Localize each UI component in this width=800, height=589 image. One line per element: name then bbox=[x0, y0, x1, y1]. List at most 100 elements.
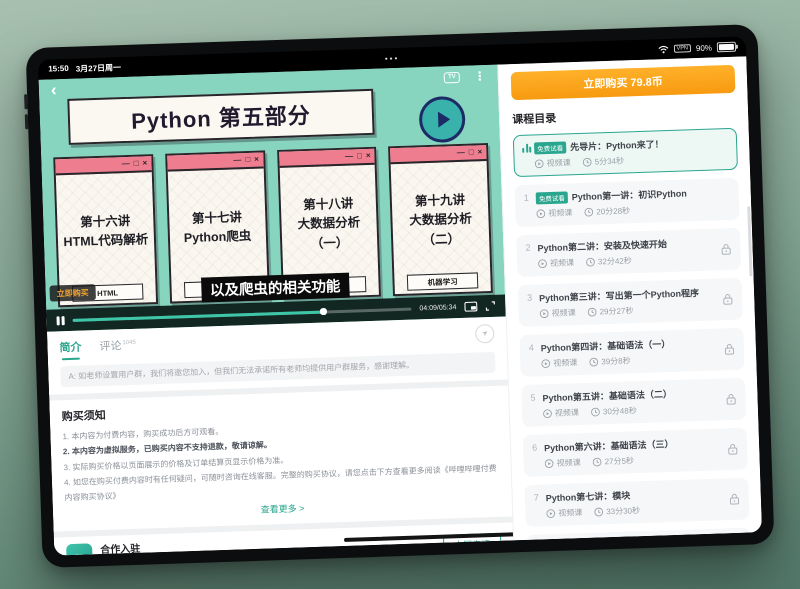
card-footer-label: 机器学习 bbox=[407, 272, 478, 290]
floating-buy-chip[interactable]: 立即购买 bbox=[49, 284, 96, 302]
playing-bars-icon bbox=[522, 142, 534, 152]
lock-icon bbox=[722, 293, 733, 305]
course-duration: 39分8秒 bbox=[601, 355, 631, 367]
kebab-menu-icon[interactable]: ⋮ bbox=[474, 71, 486, 81]
trial-badge: 免费试看 bbox=[534, 141, 566, 154]
tab-comments[interactable]: 评论1045 bbox=[99, 337, 136, 354]
clock-icon bbox=[587, 307, 596, 316]
course-duration: 30分48秒 bbox=[603, 405, 637, 417]
video-type-icon bbox=[544, 459, 553, 468]
video-type-icon bbox=[543, 409, 552, 418]
tablet-screen: 15:50 3月27日周一 ••• VPN 90% ‹ bbox=[38, 36, 762, 555]
tab-intro[interactable]: 简介 bbox=[59, 339, 82, 356]
video-type-icon bbox=[535, 159, 544, 168]
lock-icon bbox=[727, 443, 738, 455]
restore-icon: □ bbox=[469, 148, 474, 156]
course-type: 视频课 bbox=[548, 207, 572, 219]
course-title: Python第七讲：模块 bbox=[546, 488, 631, 504]
course-sidebar: 立即购买 79.8币 课程目录 免费试看 先导片：Python来了！ 视频课 5… bbox=[497, 56, 762, 540]
progress-bar[interactable] bbox=[72, 307, 411, 321]
course-index: 2 bbox=[525, 242, 537, 252]
course-duration: 27分5秒 bbox=[604, 455, 634, 467]
course-title: Python第八讲：Python绘图 bbox=[547, 537, 662, 540]
card-title-line: 大数据分析 bbox=[297, 214, 360, 235]
course-index: 1 bbox=[524, 192, 536, 202]
card-title-line: 大数据分析 bbox=[409, 210, 472, 231]
course-item[interactable]: 8 Python第八讲：Python绘图 视频课 31分55秒 bbox=[526, 528, 751, 541]
video-type-icon bbox=[546, 509, 555, 518]
course-title: 先导片：Python来了！ bbox=[570, 137, 664, 153]
clock-icon bbox=[591, 407, 600, 416]
clock-icon bbox=[592, 457, 601, 466]
course-title: Python第四讲：基础语法（一） bbox=[541, 337, 671, 354]
course-index: 5 bbox=[530, 392, 542, 402]
course-duration: 5分34秒 bbox=[594, 156, 624, 168]
minimize-icon: — bbox=[233, 156, 241, 164]
course-duration: 20分28秒 bbox=[596, 205, 630, 217]
restore-icon: □ bbox=[357, 152, 362, 160]
pause-icon[interactable] bbox=[56, 316, 64, 325]
course-item[interactable]: 1 免费试看 Python第一讲：初识Python 视频课 20分28秒 bbox=[514, 178, 739, 227]
tv-cast-icon[interactable]: TV bbox=[444, 71, 460, 83]
course-index: 6 bbox=[532, 442, 544, 452]
card-title-line: HTML代码解析 bbox=[63, 230, 148, 252]
catalog-title: 课程目录 bbox=[512, 104, 736, 127]
course-duration: 33分30秒 bbox=[606, 505, 640, 517]
clock-icon bbox=[586, 258, 595, 267]
course-type: 视频课 bbox=[551, 307, 575, 319]
fullscreen-icon[interactable] bbox=[485, 301, 495, 311]
battery-percent: 90% bbox=[696, 43, 712, 53]
status-date: 3月27日周一 bbox=[76, 62, 122, 74]
video-subtitle: 以及爬虫的相关功能 bbox=[201, 273, 350, 303]
clock-icon bbox=[594, 507, 603, 516]
course-type: 视频课 bbox=[550, 257, 574, 269]
partnership-subtitle: 名师好课，尽在哔哩哔哩课堂 bbox=[101, 554, 205, 556]
card-title-line: （二） bbox=[422, 230, 460, 251]
video-player[interactable]: ‹ TV ⋮ Python 第五部分 — □ × 第十六讲HTML代码解析 HT… bbox=[39, 65, 506, 332]
minimize-icon: — bbox=[122, 160, 130, 168]
course-type: 视频课 bbox=[556, 457, 580, 469]
course-index: 7 bbox=[534, 492, 546, 502]
pip-icon[interactable] bbox=[464, 301, 477, 311]
video-type-icon bbox=[541, 359, 550, 368]
minimize-icon: — bbox=[457, 149, 465, 157]
battery-icon bbox=[717, 42, 736, 53]
clock-icon bbox=[584, 208, 593, 217]
course-type: 视频课 bbox=[547, 157, 571, 169]
course-type: 视频课 bbox=[553, 357, 577, 369]
lock-icon bbox=[720, 243, 731, 255]
share-icon[interactable]: ➤ bbox=[475, 323, 495, 343]
restore-icon: □ bbox=[134, 160, 139, 168]
play-icon bbox=[437, 111, 450, 127]
buy-now-button[interactable]: 立即购买 79.8币 bbox=[511, 65, 736, 100]
course-item[interactable]: 4 Python第四讲：基础语法（一） 视频课 39分8秒 bbox=[519, 328, 744, 377]
course-item[interactable]: 3 Python第三讲：写出第一个Python程序 视频课 29分27秒 bbox=[518, 278, 743, 327]
course-title: Python第五讲：基础语法（二） bbox=[542, 387, 672, 404]
clock-icon bbox=[583, 158, 592, 167]
course-item[interactable]: 2 Python第二讲：安装及快速开始 视频课 32分42秒 bbox=[516, 228, 741, 277]
scrollbar[interactable] bbox=[747, 206, 752, 276]
course-item[interactable]: 7 Python第七讲：模块 视频课 33分30秒 bbox=[524, 478, 749, 527]
wifi-icon bbox=[657, 44, 668, 53]
course-title: Python第一讲：初识Python bbox=[572, 186, 687, 203]
course-title: Python第二讲：安装及快速开始 bbox=[537, 237, 667, 254]
card-title-line: 第十六讲 bbox=[80, 212, 131, 233]
play-button[interactable] bbox=[418, 96, 465, 143]
trial-badge: 免费试看 bbox=[536, 191, 568, 204]
close-icon: × bbox=[366, 152, 371, 160]
card-title-line: （一） bbox=[311, 233, 349, 254]
course-title: Python第三讲：写出第一个Python程序 bbox=[539, 286, 699, 304]
comments-count: 1045 bbox=[122, 340, 136, 346]
back-icon[interactable]: ‹ bbox=[51, 83, 57, 97]
course-index: 4 bbox=[529, 342, 541, 352]
lock-icon bbox=[724, 343, 735, 355]
progress-fill bbox=[72, 310, 323, 321]
time-display: 04:09/05:34 bbox=[419, 304, 456, 312]
progress-knob[interactable] bbox=[320, 308, 327, 315]
course-item[interactable]: 6 Python第六讲：基础语法（三） 视频课 27分5秒 bbox=[523, 428, 748, 477]
course-type: 视频课 bbox=[558, 507, 582, 519]
vpn-badge: VPN bbox=[673, 44, 691, 53]
course-item[interactable]: 5 Python第五讲：基础语法（二） 视频课 30分48秒 bbox=[521, 378, 746, 427]
video-type-icon bbox=[538, 259, 547, 268]
course-item[interactable]: 免费试看 先导片：Python来了！ 视频课 5分34秒 bbox=[513, 128, 738, 177]
